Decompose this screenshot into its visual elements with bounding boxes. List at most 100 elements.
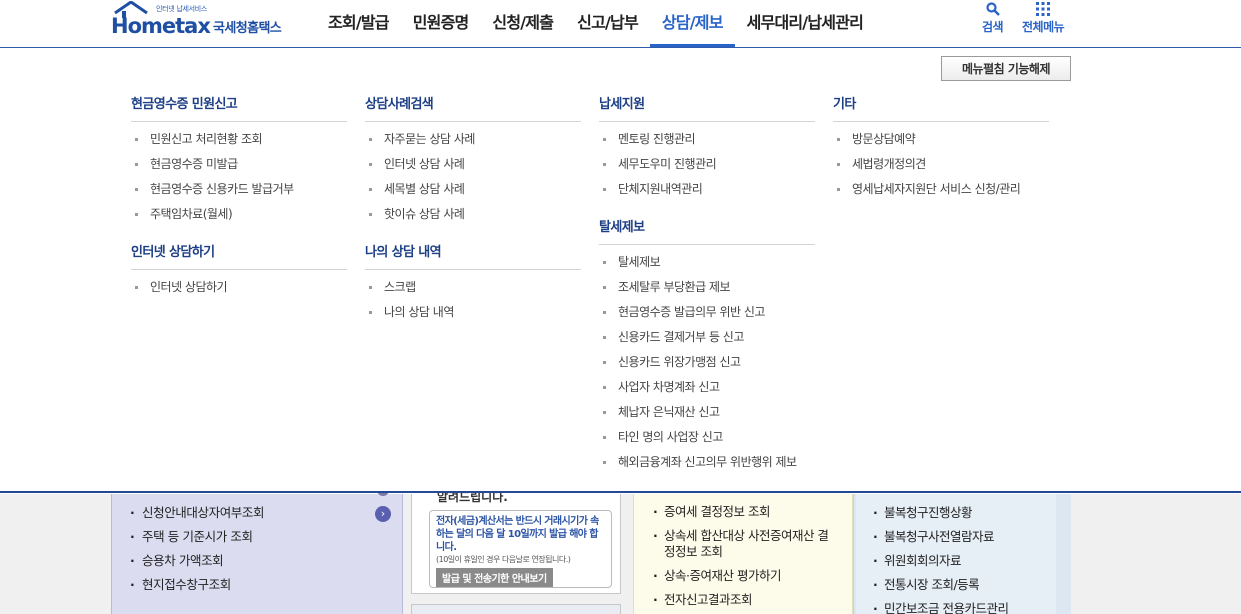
section-list: 인터넷 상담하기 <box>131 279 347 304</box>
section-list: 자주묻는 상담 사례 인터넷 상담 사례 세목별 상담 사례 핫이슈 상담 사례 <box>365 131 581 231</box>
nav-tax-agent[interactable]: 세무대리/납세관리 <box>735 0 875 47</box>
quick-inquiry-list: 신청안내대상자여부조회 주택 등 기준시가 조회 승용차 가액조회 현지접수창구… <box>128 504 265 600</box>
list-item[interactable]: 신청안내대상자여부조회 <box>128 504 265 528</box>
menu-item[interactable]: 체납자 은닉재산 신고 <box>599 404 815 429</box>
menu-item[interactable]: 사업자 차명계좌 신고 <box>599 379 815 404</box>
menu-item[interactable]: 인터넷 상담 사례 <box>365 156 581 181</box>
menu-section-tax-evasion-report: 탈세제보 탈세제보 조세탈루 부당환급 제보 현금영수증 발급의무 위반 신고 … <box>599 216 815 479</box>
menu-section-tax-support: 납세지원 멘토링 진행관리 세무도우미 진행관리 단체지원내역관리 <box>599 93 815 206</box>
menu-item[interactable]: 영세납세자지원단 서비스 신청/관리 <box>833 181 1049 206</box>
hometax-logo[interactable]: 인터넷 납세서비스 Hometax 국세청홈택스 <box>111 0 296 44</box>
list-item[interactable]: 승용차 가액조회 <box>128 552 264 576</box>
notice-box-lower <box>411 604 621 614</box>
notice-text: 전자(세금)계산서는 반드시 거래시기가 속하는 달의 다음 달 10일까지 발… <box>436 516 599 553</box>
section-title[interactable]: 나의 상담 내역 <box>365 241 581 270</box>
section-list: 민원신고 처리현황 조회 현금영수증 미발급 현금영수증 신용카드 발급거부 주… <box>131 131 347 231</box>
notice-subtext: (10일이 휴일인 경우 다음날로 연장됩니다.) <box>436 555 571 564</box>
list-item[interactable]: 전통시장 조회/등록 <box>872 576 1008 600</box>
menu-column-3: 납세지원 멘토링 진행관리 세무도우미 진행관리 단체지원내역관리 탈세제보 탈… <box>599 93 815 489</box>
list-item[interactable]: 위원회회의자료 <box>872 552 1008 576</box>
issue-deadline-guide-button[interactable]: 발급 및 전송기한 안내보기 <box>436 568 553 587</box>
search-button[interactable]: 검색 <box>982 2 1004 35</box>
all-menu-button[interactable]: 전체메뉴 <box>1022 2 1065 35</box>
menu-column-4: 기타 방문상담예약 세법령개정의견 영세납세자지원단 서비스 신청/관리 <box>833 93 1049 216</box>
section-list: 스크랩 나의 상담 내역 <box>365 279 581 329</box>
e-invoice-notice: 전자(세금)계산서는 반드시 거래시기가 속하는 달의 다음 달 10일까지 발… <box>429 510 612 588</box>
menu-item[interactable]: 핫이슈 상담 사례 <box>365 206 581 231</box>
menu-item[interactable]: 단체지원내역관리 <box>599 181 815 206</box>
list-item[interactable]: 전자신고결과조회 <box>652 592 837 608</box>
section-title[interactable]: 탈세제보 <box>599 216 815 245</box>
nav-certificates[interactable]: 민원증명 <box>401 0 481 47</box>
menu-item[interactable]: 멘토링 진행관리 <box>599 131 815 156</box>
appeal-list: 불복청구진행상황 불복청구사전열람자료 위원회회의자료 전통시장 조회/등록 민… <box>872 504 1009 614</box>
chevron-right-icon[interactable]: › <box>375 506 391 522</box>
list-item[interactable]: 증여세 결정정보 조회 <box>652 504 837 520</box>
list-item[interactable]: 불복청구사전열람자료 <box>872 528 1008 552</box>
nav-inquiry-issue[interactable]: 조회/발급 <box>316 0 401 47</box>
list-item[interactable]: 상속·증여재산 평가하기 <box>652 568 837 584</box>
menu-item[interactable]: 해외금융계좌 신고의무 위반행위 제보 <box>599 454 815 479</box>
section-title[interactable]: 기타 <box>833 93 1049 122</box>
nav-apply-submit[interactable]: 신청/제출 <box>480 0 565 47</box>
global-header: 인터넷 납세서비스 Hometax 국세청홈택스 조회/발급 민원증명 신청/제… <box>0 0 1241 48</box>
menu-column-2: 상담사례검색 자주묻는 상담 사례 인터넷 상담 사례 세목별 상담 사례 핫이… <box>365 93 581 339</box>
section-list: 멘토링 진행관리 세무도우미 진행관리 단체지원내역관리 <box>599 131 815 206</box>
menu-item[interactable]: 나의 상담 내역 <box>365 304 581 329</box>
content-row: › 신청안내대상자여부조회 주택 등 기준시가 조회 승용차 가액조회 현지접수… <box>111 488 1071 614</box>
mega-menu-panel: 메뉴펼침 기능해제 현금영수증 민원신고 민원신고 처리현황 조회 현금영수증 … <box>0 48 1241 493</box>
list-item[interactable]: 민간보조금 전용카드관리 <box>872 600 1009 614</box>
inheritance-gift-list: 증여세 결정정보 조회 상속세 합산대상 사전증여재산 결정정보 조회 상속·증… <box>652 504 837 614</box>
grid-icon <box>1036 2 1051 16</box>
nav-file-pay[interactable]: 신고/납부 <box>565 0 650 47</box>
menu-unfold-disable-button[interactable]: 메뉴펼침 기능해제 <box>941 56 1071 81</box>
search-icon <box>985 2 1000 16</box>
menu-item[interactable]: 세무도우미 진행관리 <box>599 156 815 181</box>
menu-item[interactable]: 탈세제보 <box>599 254 815 279</box>
search-label: 검색 <box>982 20 1004 34</box>
section-title[interactable]: 납세지원 <box>599 93 815 122</box>
section-list: 탈세제보 조세탈루 부당환급 제보 현금영수증 발급의무 위반 신고 신용카드 … <box>599 254 815 479</box>
section-list: 방문상담예약 세법령개정의견 영세납세자지원단 서비스 신청/관리 <box>833 131 1049 206</box>
menu-section-case-search: 상담사례검색 자주묻는 상담 사례 인터넷 상담 사례 세목별 상담 사례 핫이… <box>365 93 581 231</box>
page-background-content: › 신청안내대상자여부조회 주택 등 기준시가 조회 승용차 가액조회 현지접수… <box>0 488 1241 614</box>
section-title[interactable]: 상담사례검색 <box>365 93 581 122</box>
menu-section-cash-receipt: 현금영수증 민원신고 민원신고 처리현황 조회 현금영수증 미발급 현금영수증 … <box>131 93 347 231</box>
quick-inquiry-panel: › 신청안내대상자여부조회 주택 등 기준시가 조회 승용차 가액조회 현지접수… <box>111 488 403 614</box>
nav-consult-report[interactable]: 상담/제보 <box>649 0 735 47</box>
menu-item[interactable]: 주택임차료(월세) <box>131 206 347 231</box>
all-menu-label: 전체메뉴 <box>1022 20 1065 34</box>
logo-korean-name: 국세청홈택스 <box>213 21 282 36</box>
section-title[interactable]: 인터넷 상담하기 <box>131 241 347 270</box>
menu-section-my-consult: 나의 상담 내역 스크랩 나의 상담 내역 <box>365 241 581 329</box>
menu-item[interactable]: 타인 명의 사업장 신고 <box>599 429 815 454</box>
menu-item[interactable]: 방문상담예약 <box>833 131 1049 156</box>
appeal-panel: 불복청구진행상황 불복청구사전열람자료 위원회회의자료 전통시장 조회/등록 민… <box>853 494 1071 614</box>
menu-item[interactable]: 현금영수증 미발급 <box>131 156 347 181</box>
menu-section-etc: 기타 방문상담예약 세법령개정의견 영세납세자지원단 서비스 신청/관리 <box>833 93 1049 206</box>
menu-item[interactable]: 스크랩 <box>365 279 581 304</box>
menu-item[interactable]: 현금영수증 발급의무 위반 신고 <box>599 304 815 329</box>
list-item[interactable]: 상속세 합산대상 사전증여재산 결정정보 조회 <box>652 528 837 560</box>
main-navigation: 조회/발급 민원증명 신청/제출 신고/납부 상담/제보 세무대리/납세관리 <box>316 0 875 47</box>
menu-item[interactable]: 민원신고 처리현황 조회 <box>131 131 347 156</box>
list-item[interactable]: 현지접수창구조회 <box>128 576 264 600</box>
menu-column-1: 현금영수증 민원신고 민원신고 처리현황 조회 현금영수증 미발급 현금영수증 … <box>131 93 347 314</box>
menu-item[interactable]: 신용카드 위장가맹점 신고 <box>599 354 815 379</box>
menu-section-internet-consult: 인터넷 상담하기 인터넷 상담하기 <box>131 241 347 304</box>
section-title[interactable]: 현금영수증 민원신고 <box>131 93 347 122</box>
menu-item[interactable]: 세법령개정의견 <box>833 156 1049 181</box>
menu-item[interactable]: 신용카드 결제거부 등 신고 <box>599 329 815 354</box>
menu-item[interactable]: 인터넷 상담하기 <box>131 279 347 304</box>
notice-box: 알려드립니다. 전자(세금)계산서는 반드시 거래시기가 속하는 달의 다음 달… <box>411 490 621 594</box>
logo-wordmark: Hometax <box>111 14 211 38</box>
logo-subtitle: 인터넷 납세서비스 <box>156 5 208 13</box>
menu-item[interactable]: 조세탈루 부당환급 제보 <box>599 279 815 304</box>
inheritance-gift-panel: 증여세 결정정보 조회 상속세 합산대상 사전증여재산 결정정보 조회 상속·증… <box>633 494 853 614</box>
menu-item[interactable]: 현금영수증 신용카드 발급거부 <box>131 181 347 206</box>
notice-panel: 알려드립니다. 전자(세금)계산서는 반드시 거래시기가 속하는 달의 다음 달… <box>409 490 629 614</box>
menu-item[interactable]: 자주묻는 상담 사례 <box>365 131 581 156</box>
list-item[interactable]: 주택 등 기준시가 조회 <box>128 528 264 552</box>
list-item[interactable]: 불복청구진행상황 <box>872 504 1008 528</box>
menu-item[interactable]: 세목별 상담 사례 <box>365 181 581 206</box>
